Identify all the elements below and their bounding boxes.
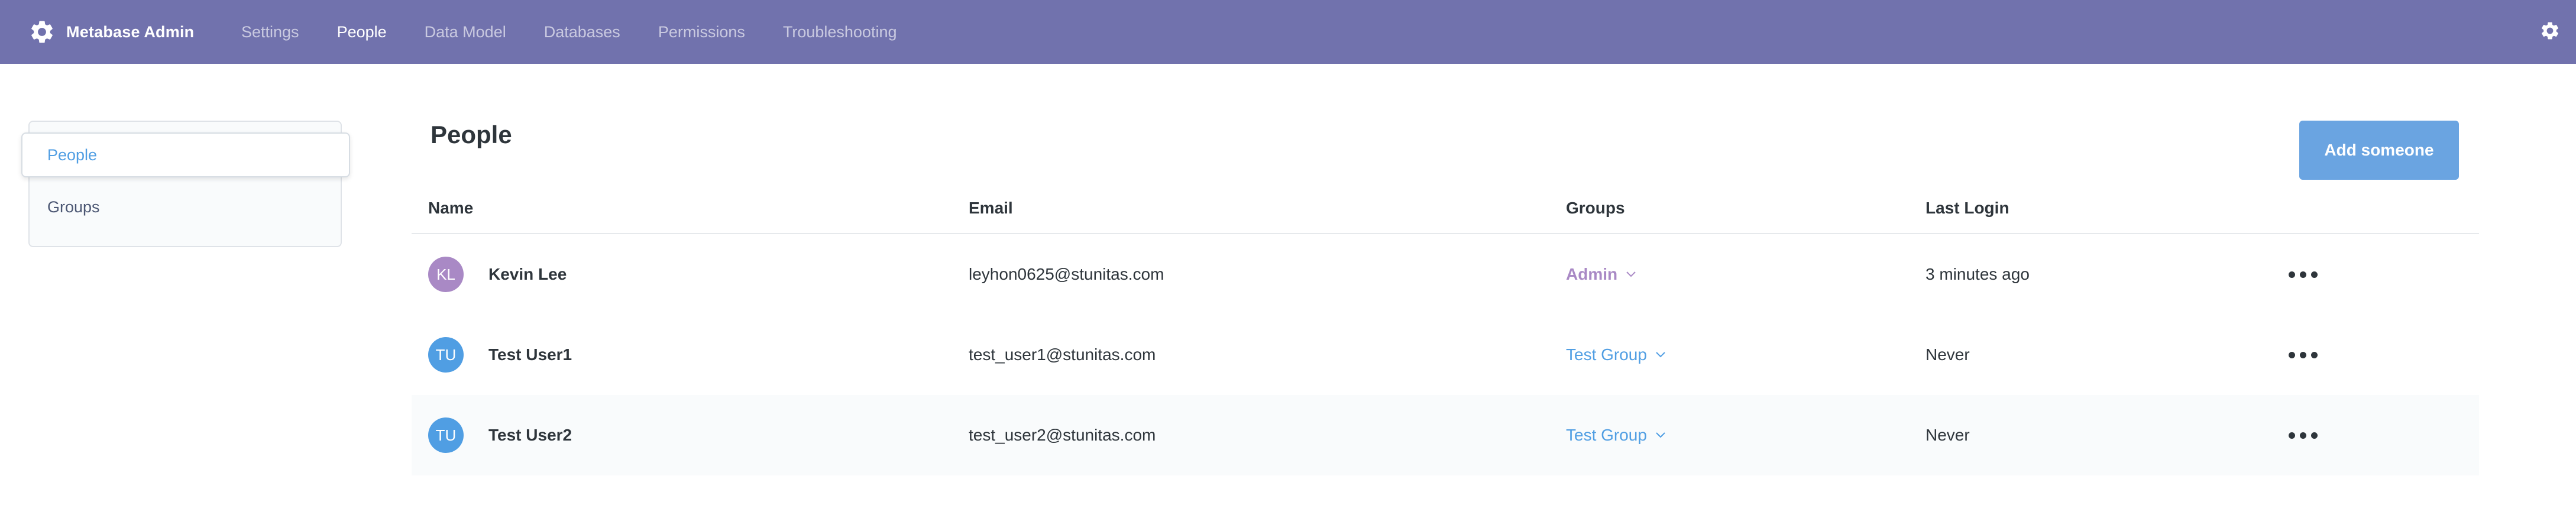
column-header-email: Email xyxy=(969,199,1013,217)
chevron-down-icon xyxy=(1655,432,1666,439)
user-email: test_user1@stunitas.com xyxy=(969,345,1156,364)
user-name-cell: TU Test User1 xyxy=(428,315,572,395)
table-row: TU Test User1 test_user1@stunitas.com Te… xyxy=(412,315,2479,395)
user-name-cell: KL Kevin Lee xyxy=(428,234,567,315)
group-dropdown[interactable]: Test Group xyxy=(1566,426,1666,445)
nav-data-model[interactable]: Data Model xyxy=(425,23,506,41)
row-actions-cell xyxy=(2289,395,2318,475)
group-label: Test Group xyxy=(1566,345,1647,364)
column-header-groups: Groups xyxy=(1566,199,1625,217)
sidebar-item-label: Groups xyxy=(47,198,100,216)
more-options-icon[interactable] xyxy=(2289,271,2318,278)
chevron-down-icon xyxy=(1655,351,1666,358)
brand-title: Metabase Admin xyxy=(66,22,195,41)
gear-icon xyxy=(28,18,56,46)
top-nav-bar: Metabase Admin Settings People Data Mode… xyxy=(0,0,2576,64)
user-name: Test User1 xyxy=(488,345,572,364)
user-email: test_user2@stunitas.com xyxy=(969,426,1156,444)
add-someone-button[interactable]: Add someone xyxy=(2299,121,2459,180)
group-dropdown[interactable]: Test Group xyxy=(1566,345,1666,364)
avatar: TU xyxy=(428,337,464,373)
sidebar-item-groups[interactable]: Groups xyxy=(28,186,342,228)
admin-nav: Settings People Data Model Databases Per… xyxy=(241,0,935,64)
row-actions-cell xyxy=(2289,234,2318,315)
user-name-cell: TU Test User2 xyxy=(428,395,572,475)
people-table: Name Email Groups Last Login KL Kevin Le… xyxy=(412,187,2479,475)
group-cell: Test Group xyxy=(1566,315,1666,395)
sidebar-item-label: People xyxy=(47,145,98,164)
more-options-icon[interactable] xyxy=(2289,432,2318,439)
chevron-down-icon xyxy=(1626,271,1636,278)
user-email: leyhon0625@stunitas.com xyxy=(969,265,1164,283)
avatar: TU xyxy=(428,417,464,453)
group-cell: Test Group xyxy=(1566,395,1666,475)
nav-permissions[interactable]: Permissions xyxy=(658,23,745,41)
nav-people[interactable]: People xyxy=(337,23,387,41)
group-dropdown[interactable]: Admin xyxy=(1566,265,1636,284)
column-header-name: Name xyxy=(428,199,474,217)
table-row: TU Test User2 test_user2@stunitas.com Te… xyxy=(412,395,2479,475)
user-name: Kevin Lee xyxy=(488,265,567,283)
brand[interactable]: Metabase Admin xyxy=(28,0,194,64)
sidebar-item-people[interactable]: People xyxy=(21,132,350,177)
column-header-last-login: Last Login xyxy=(1925,199,2009,217)
page-title: People xyxy=(431,121,512,148)
user-name: Test User2 xyxy=(488,426,572,444)
gear-icon[interactable] xyxy=(2538,19,2562,43)
last-login: Never xyxy=(1925,426,1970,444)
nav-databases[interactable]: Databases xyxy=(544,23,620,41)
group-label: Admin xyxy=(1566,265,1618,283)
more-options-icon[interactable] xyxy=(2289,351,2318,358)
table-row: KL Kevin Lee leyhon0625@stunitas.com Adm… xyxy=(412,234,2479,315)
table-header: Name Email Groups Last Login xyxy=(412,187,2479,234)
last-login: Never xyxy=(1925,345,1970,364)
avatar: KL xyxy=(428,257,464,292)
last-login: 3 minutes ago xyxy=(1925,265,2030,283)
group-cell: Admin xyxy=(1566,234,1636,315)
nav-settings[interactable]: Settings xyxy=(241,23,299,41)
row-actions-cell xyxy=(2289,315,2318,395)
nav-troubleshooting[interactable]: Troubleshooting xyxy=(783,23,897,41)
group-label: Test Group xyxy=(1566,426,1647,444)
